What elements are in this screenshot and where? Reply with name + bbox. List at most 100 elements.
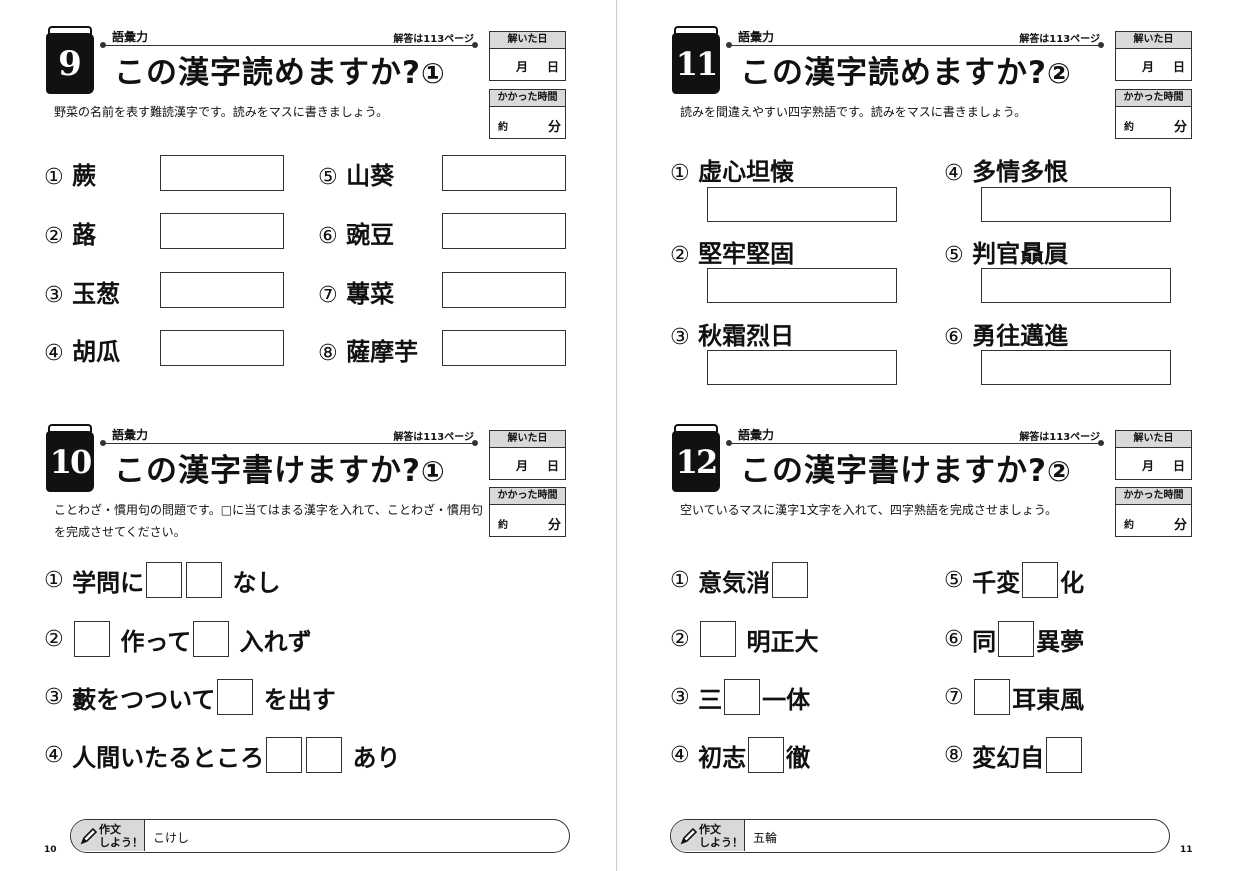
answer-reference: 解答は113ページ — [393, 34, 474, 45]
title-rule — [726, 42, 1104, 48]
question-7: ⑦ 耳東風 — [944, 679, 1084, 715]
solved-date-box: 解いた日 月日 — [1115, 31, 1192, 81]
question-3: ③ 三一体 — [670, 679, 810, 715]
instruction-text: 空いているマスに漢字1文字を入れて、四字熟語を完成させましょう。 — [680, 503, 1058, 517]
question-6: ⑥ 勇往邁進 — [944, 321, 1069, 350]
section-title: この漢字書けますか?② — [740, 453, 1072, 489]
answer-box[interactable] — [748, 737, 785, 773]
question-8: ⑧ 変幻自 — [944, 737, 1084, 773]
answer-box[interactable] — [186, 562, 223, 598]
compose-text[interactable]: こけし — [153, 829, 189, 846]
book-badge-icon: 11 — [670, 26, 720, 94]
question-1: ① 蕨 — [44, 161, 97, 190]
question-5: ⑤ 千変化 — [944, 562, 1084, 598]
question-6: ⑥ 豌豆 — [318, 220, 395, 249]
answer-box[interactable] — [772, 562, 809, 598]
answer-box[interactable] — [160, 330, 284, 366]
question-2: ② 蕗 — [44, 220, 97, 249]
answer-box[interactable] — [217, 679, 254, 715]
time-taken-box: かかった時間 約分 — [1115, 487, 1192, 537]
instruction-text: ことわざ・慣用句の問題です。□に当てはまる漢字を入れて、ことわざ・慣用句を完成さ… — [54, 503, 483, 539]
answer-box[interactable] — [160, 155, 284, 191]
answer-box[interactable] — [981, 350, 1171, 385]
answer-box[interactable] — [442, 330, 566, 366]
page-number: 11 — [1180, 845, 1193, 855]
answer-box[interactable] — [998, 621, 1035, 657]
answer-box[interactable] — [974, 679, 1011, 715]
left-page: 9 語彙力 解答は113ページ この漢字読めますか?① 野菜の名前を表す難読漢字… — [0, 0, 617, 871]
answer-reference: 解答は113ページ — [1019, 432, 1100, 443]
category-label: 語彙力 — [738, 30, 775, 44]
time-taken-box: かかった時間 約分 — [489, 89, 566, 139]
section-10: 10 語彙力 解答は113ページ この漢字書けますか?① ことわざ・慣用句の問題… — [0, 398, 617, 798]
answer-box[interactable] — [160, 272, 284, 308]
answer-box[interactable] — [1046, 737, 1083, 773]
question-3: ③ 秋霜烈日 — [670, 321, 795, 350]
answer-reference: 解答は113ページ — [1019, 34, 1100, 45]
solved-date-box: 解いた日 月日 — [489, 31, 566, 81]
answer-box[interactable] — [442, 155, 566, 191]
answer-box[interactable] — [160, 213, 284, 249]
pen-icon — [80, 827, 98, 845]
section-number: 10 — [46, 431, 94, 492]
answer-box[interactable] — [146, 562, 183, 598]
answer-box[interactable] — [306, 737, 343, 773]
section-number: 11 — [672, 33, 720, 94]
question-1: ① 意気消 — [670, 562, 810, 598]
question-4: ④ 初志徹 — [670, 737, 810, 773]
question-2: ② 堅牢堅固 — [670, 239, 795, 268]
solved-date-box: 解いた日 月日 — [489, 430, 566, 480]
question-8: ⑧ 薩摩芋 — [318, 337, 419, 366]
question-6: ⑥ 同異夢 — [944, 621, 1084, 657]
answer-box[interactable] — [74, 621, 111, 657]
compose-bar: 作文 しよう！ こけし — [70, 819, 570, 853]
book-badge-icon: 10 — [44, 424, 94, 492]
book-badge-icon: 12 — [670, 424, 720, 492]
question-3: ③ 玉葱 — [44, 279, 121, 308]
compose-text[interactable]: 五輪 — [753, 829, 777, 846]
question-5: ⑤ 判官贔屓 — [944, 239, 1069, 268]
question-2: ② 作って 入れず — [44, 621, 312, 657]
category-label: 語彙力 — [112, 428, 149, 442]
compose-label: 作文 しよう！ — [699, 823, 743, 849]
section-12: 12 語彙力 解答は113ページ この漢字書けますか?② 空いているマスに漢字1… — [618, 398, 1235, 798]
question-3: ③ 藪をつついて を出す — [44, 679, 336, 715]
pen-icon — [680, 827, 698, 845]
section-title: この漢字読めますか?② — [740, 55, 1072, 91]
title-rule — [100, 42, 478, 48]
answer-reference: 解答は113ページ — [393, 432, 474, 443]
question-1: ① 学問に なし — [44, 562, 280, 598]
category-label: 語彙力 — [738, 428, 775, 442]
question-4: ④ 多情多恨 — [944, 157, 1069, 186]
answer-box[interactable] — [981, 268, 1171, 303]
instruction-text: 読みを間違えやすい四字熟語です。読みをマスに書きましょう。 — [680, 105, 1027, 119]
book-badge-icon: 9 — [44, 26, 94, 94]
question-5: ⑤ 山葵 — [318, 161, 395, 190]
category-label: 語彙力 — [112, 30, 149, 44]
answer-box[interactable] — [700, 621, 737, 657]
answer-box[interactable] — [193, 621, 230, 657]
section-number: 9 — [46, 33, 94, 94]
time-taken-box: かかった時間 約分 — [489, 487, 566, 537]
answer-box[interactable] — [1022, 562, 1059, 598]
answer-box[interactable] — [724, 679, 761, 715]
answer-box[interactable] — [707, 268, 897, 303]
right-page: 11 語彙力 解答は113ページ この漢字読めますか?② 読みを間違えやすい四字… — [618, 0, 1235, 871]
section-11: 11 語彙力 解答は113ページ この漢字読めますか?② 読みを間違えやすい四字… — [618, 0, 1235, 400]
section-title: この漢字読めますか?① — [114, 55, 446, 91]
page-number: 10 — [44, 845, 57, 855]
question-2: ② 明正大 — [670, 621, 818, 657]
compose-label: 作文 しよう！ — [99, 823, 143, 849]
question-1: ① 虚心坦懐 — [670, 157, 795, 186]
answer-box[interactable] — [442, 213, 566, 249]
answer-box[interactable] — [707, 350, 897, 385]
title-rule — [100, 440, 478, 446]
question-4: ④ 人間いたるところ あり — [44, 737, 400, 773]
answer-box[interactable] — [442, 272, 566, 308]
instruction-text: 野菜の名前を表す難読漢字です。読みをマスに書きましょう。 — [54, 105, 389, 119]
answer-box[interactable] — [707, 187, 897, 222]
section-number: 12 — [672, 431, 720, 492]
answer-box[interactable] — [981, 187, 1171, 222]
section-9: 9 語彙力 解答は113ページ この漢字読めますか?① 野菜の名前を表す難読漢字… — [0, 0, 617, 400]
answer-box[interactable] — [266, 737, 303, 773]
